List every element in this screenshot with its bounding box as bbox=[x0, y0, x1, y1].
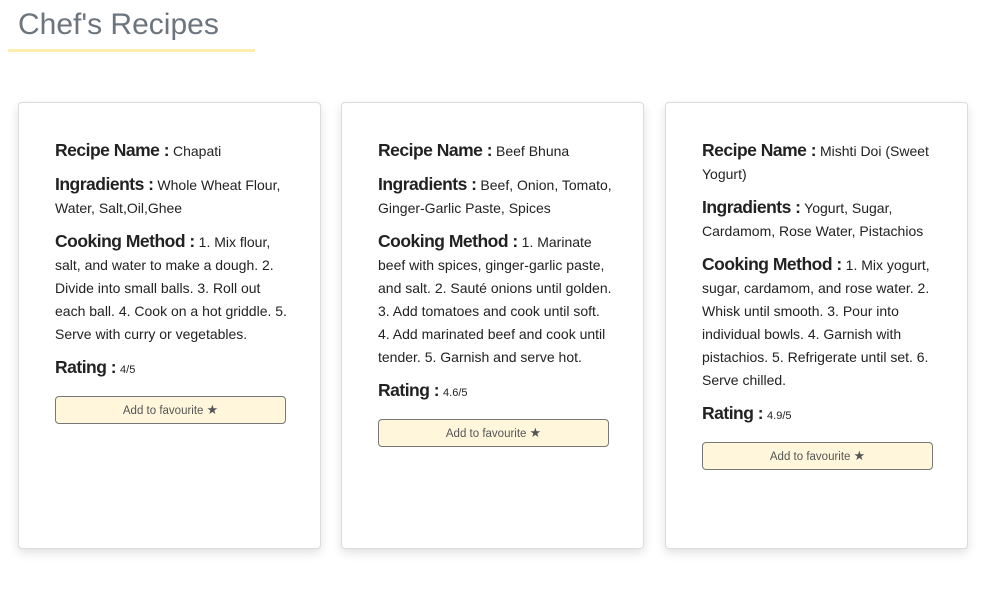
add-to-favourite-button[interactable]: Add to favourite ★ bbox=[378, 419, 609, 447]
method-row: Cooking Method : 1. Mix flour, salt, and… bbox=[55, 230, 290, 346]
rating-label: Rating : bbox=[702, 403, 764, 423]
favourite-label: Add to favourite bbox=[122, 405, 204, 417]
recipe-name-value: Chapati bbox=[173, 143, 222, 159]
add-to-favourite-button[interactable]: Add to favourite ★ bbox=[55, 396, 286, 424]
rating-row: Rating : 4/5 bbox=[55, 356, 290, 382]
star-icon: ★ bbox=[853, 448, 866, 463]
ingredients-row: Ingradients : Whole Wheat Flour, Water, … bbox=[55, 173, 290, 220]
method-value: 1. Marinate beef with spices, ginger-gar… bbox=[378, 234, 612, 365]
rating-row: Rating : 4.9/5 bbox=[702, 402, 937, 428]
rating-label: Rating : bbox=[378, 380, 440, 400]
recipe-name-row: Recipe Name : Chapati bbox=[55, 139, 290, 163]
recipe-name-value: Beef Bhuna bbox=[496, 143, 570, 159]
page-title: Chef's Recipes bbox=[18, 8, 219, 41]
star-icon: ★ bbox=[529, 425, 542, 440]
recipe-name-label: Recipe Name : bbox=[378, 140, 493, 160]
recipe-name-row: Recipe Name : Beef Bhuna bbox=[378, 139, 613, 163]
method-row: Cooking Method : 1. Mix yogurt, sugar, c… bbox=[702, 253, 937, 392]
ingredients-row: Ingradients : Beef, Onion, Tomato, Ginge… bbox=[378, 173, 613, 220]
rating-value: 4.9/5 bbox=[767, 410, 792, 422]
rating-label: Rating : bbox=[55, 357, 117, 377]
ingredients-label: Ingradients : bbox=[55, 174, 154, 194]
favourite-label: Add to favourite bbox=[769, 451, 851, 463]
rating-value: 4/5 bbox=[120, 364, 136, 376]
rating-value: 4.6/5 bbox=[443, 387, 468, 399]
rating-row: Rating : 4.6/5 bbox=[378, 379, 613, 405]
method-label: Cooking Method : bbox=[378, 231, 518, 251]
add-to-favourite-button[interactable]: Add to favourite ★ bbox=[702, 442, 933, 470]
recipe-name-label: Recipe Name : bbox=[702, 140, 817, 160]
ingredients-row: Ingradients : Yogurt, Sugar, Cardamom, R… bbox=[702, 196, 937, 243]
ingredients-label: Ingradients : bbox=[702, 197, 801, 217]
method-label: Cooking Method : bbox=[702, 254, 842, 274]
recipe-card: Recipe Name : Chapati Ingradients : Whol… bbox=[18, 102, 321, 549]
title-underline bbox=[8, 49, 255, 52]
method-row: Cooking Method : 1. Marinate beef with s… bbox=[378, 230, 613, 369]
method-value: 1. Mix yogurt, sugar, cardamom, and rose… bbox=[702, 257, 930, 388]
star-icon: ★ bbox=[206, 402, 219, 417]
recipe-name-row: Recipe Name : Mishti Doi (Sweet Yogurt) bbox=[702, 139, 937, 186]
ingredients-label: Ingradients : bbox=[378, 174, 477, 194]
method-label: Cooking Method : bbox=[55, 231, 195, 251]
recipe-card: Recipe Name : Mishti Doi (Sweet Yogurt) … bbox=[665, 102, 968, 549]
recipe-name-label: Recipe Name : bbox=[55, 140, 170, 160]
favourite-label: Add to favourite bbox=[445, 428, 527, 440]
recipe-card: Recipe Name : Beef Bhuna Ingradients : B… bbox=[341, 102, 644, 549]
